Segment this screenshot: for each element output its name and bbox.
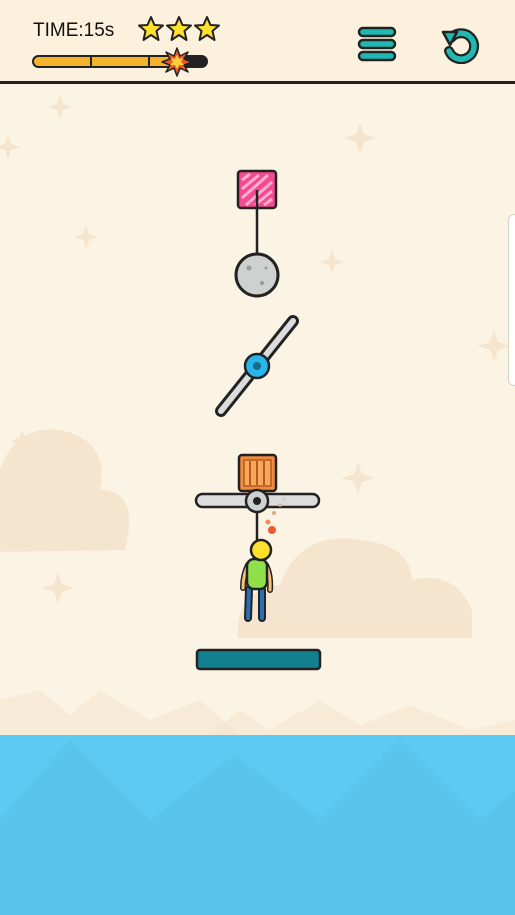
moon-icon [144,318,198,389]
metal-ball [234,252,280,298]
side-drawer-handle[interactable] [508,214,515,386]
star-icon [194,16,220,41]
top-bar: TIME:15s [0,0,515,84]
wooden-crate [237,453,278,493]
star-icon [138,16,164,41]
restart-icon [441,28,480,64]
hamburger-menu-icon [357,26,397,62]
spinner-pivot [244,488,270,514]
hills [0,690,240,735]
sparkle-icon [0,135,20,159]
sparkle-icon [320,250,344,274]
sparkle-icon [342,462,374,494]
sparkle-icon [478,330,510,362]
water [0,735,515,915]
spinner-hub [243,352,271,380]
sparkle-icon [344,122,376,154]
progress-tick [148,57,150,66]
sparkle-icon [42,572,74,604]
star-icon [166,16,192,41]
explosion-icon [161,47,193,77]
time-label: TIME:15s [33,20,115,41]
hills [210,700,515,735]
landing-platform [195,648,322,671]
restart-button[interactable] [440,24,480,64]
cloud [0,429,130,552]
game-scene [0,95,515,915]
sparkle-icon [48,95,72,119]
sparkle-icon [74,225,98,249]
time-progress-fill [34,57,175,66]
menu-button[interactable] [356,24,398,64]
progress-tick [90,57,92,66]
